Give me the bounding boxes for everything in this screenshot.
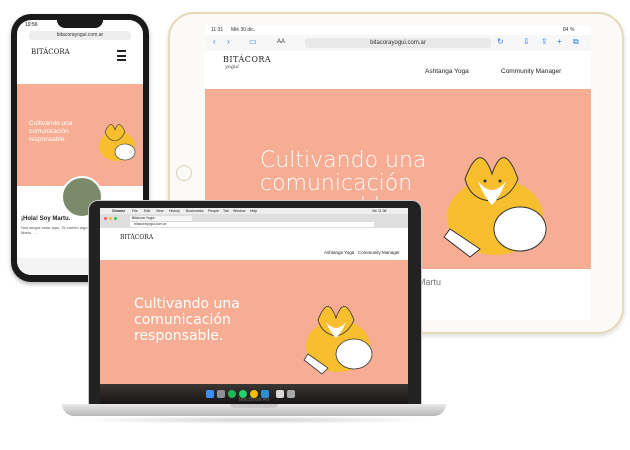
reader-aa-button[interactable]: AA bbox=[277, 39, 285, 45]
laptop-fox-illustration bbox=[303, 306, 373, 375]
book-icon[interactable]: ▭ bbox=[249, 37, 257, 46]
menu-history[interactable]: History bbox=[169, 209, 180, 213]
laptop-headline: Cultivando una comunicación responsable. bbox=[134, 296, 274, 344]
tablet-url-bar[interactable]: bitacorayogui.com.ar bbox=[305, 38, 491, 48]
laptop-shadow bbox=[70, 416, 438, 424]
site-logo-sub: yogui bbox=[225, 64, 239, 70]
new-tab-icon[interactable]: + bbox=[557, 37, 562, 46]
minimize-window-icon[interactable] bbox=[109, 217, 112, 220]
menu-edit[interactable]: Edit bbox=[144, 209, 150, 213]
chrome-toolbar: Bitácora Yogui bitacorayogui.com.ar bbox=[100, 214, 408, 228]
phone-headline: Cultivando una comunicación responsable. bbox=[29, 120, 99, 144]
browser-tab[interactable]: Bitácora Yogui bbox=[130, 216, 192, 221]
tablet-status-bar: 11:31 Mié 30 dic. 84 % bbox=[205, 25, 591, 35]
phone-fox-illustration bbox=[99, 124, 136, 161]
phone-url-text: bitacorayogui.com.ar bbox=[56, 32, 104, 38]
close-window-icon[interactable] bbox=[104, 217, 107, 220]
trash-icon[interactable] bbox=[287, 390, 295, 398]
launchpad-icon[interactable] bbox=[217, 390, 225, 398]
maximize-window-icon[interactable] bbox=[114, 217, 117, 220]
phone-site-logo[interactable]: BITÁCORA bbox=[31, 48, 70, 56]
reload-icon[interactable]: ↻ bbox=[497, 37, 504, 46]
finder-icon[interactable] bbox=[206, 390, 214, 398]
laptop-url-bar[interactable]: bitacorayogui.com.ar bbox=[130, 222, 374, 227]
menu-people[interactable]: People bbox=[208, 209, 219, 213]
menubar-clock: Vie 11:38 bbox=[372, 209, 387, 213]
nav-ashtanga-yoga[interactable]: Ashtanga Yoga bbox=[425, 68, 469, 75]
tablet-home-button[interactable] bbox=[176, 165, 192, 181]
tablet-safari-toolbar: ‹ › ▭ AA bitacorayogui.com.ar ↻ ⇩ ⇪ + ⧉ bbox=[205, 35, 591, 52]
laptop-headline-line-2: comunicación bbox=[134, 312, 231, 328]
hamburger-menu-icon[interactable] bbox=[117, 50, 126, 61]
menu-view[interactable]: View bbox=[156, 209, 164, 213]
tablet-status-time: 11:31 bbox=[211, 27, 224, 33]
phone-hero: Cultivando una comunicación responsable. bbox=[17, 84, 143, 186]
share-icon[interactable]: ⇪ bbox=[541, 37, 548, 46]
phone-status-time: 19:56 bbox=[25, 22, 38, 28]
browser-tab-title: Bitácora Yogui bbox=[132, 216, 155, 220]
phone-headline-line-3: responsable. bbox=[29, 136, 67, 143]
laptop-site-logo[interactable]: BITÁCORA bbox=[120, 234, 153, 241]
download-icon[interactable]: ⇩ bbox=[523, 37, 530, 46]
menu-window[interactable]: Window bbox=[233, 209, 245, 213]
laptop-brand-label: MacBook Air bbox=[238, 397, 270, 403]
menu-help[interactable]: Help bbox=[250, 209, 257, 213]
tablet-url-text: bitacorayogui.com.ar bbox=[370, 40, 426, 46]
menu-tab[interactable]: Tab bbox=[223, 209, 229, 213]
phone-headline-line-2: comunicación bbox=[29, 128, 69, 135]
menu-chrome[interactable]: Chrome bbox=[112, 209, 125, 213]
laptop-site-header: BITÁCORA Ashtanga Yoga Community Manager bbox=[100, 228, 408, 260]
laptop-nav-ashtanga-yoga[interactable]: Ashtanga Yoga bbox=[324, 250, 354, 255]
menu-file[interactable]: File bbox=[132, 209, 138, 213]
phone-greeting: ¡Hola! Soy Martu. bbox=[21, 216, 71, 222]
fox-illustration bbox=[443, 157, 547, 258]
laptop-opening-notch bbox=[230, 404, 278, 408]
laptop-headline-line-1: Cultivando una bbox=[134, 296, 240, 312]
laptop-hero: Cultivando una comunicación responsable. bbox=[100, 260, 408, 384]
nav-community-manager[interactable]: Community Manager bbox=[501, 68, 561, 75]
site-logo[interactable]: BITÁCORA bbox=[223, 55, 271, 64]
tablet-site-header: BITÁCORA yogui Ashtanga Yoga Community M… bbox=[205, 51, 591, 89]
laptop-screen: Chrome File Edit View History Bookmarks … bbox=[100, 208, 408, 404]
laptop-url-text: bitacorayogui.com.ar bbox=[134, 222, 167, 226]
forward-icon[interactable]: › bbox=[227, 37, 230, 46]
back-icon[interactable]: ‹ bbox=[213, 37, 216, 46]
laptop-headline-line-3: responsable. bbox=[134, 328, 224, 344]
tablet-status-battery: 84 % bbox=[563, 27, 575, 33]
laptop-nav-community-manager[interactable]: Community Manager bbox=[358, 250, 400, 255]
phone-headline-line-1: Cultivando una bbox=[29, 120, 73, 127]
tablet-status-date: Mié 30 dic. bbox=[231, 27, 256, 33]
menu-bookmarks[interactable]: Bookmarks bbox=[186, 209, 204, 213]
phone-notch bbox=[57, 20, 103, 28]
phone-url-bar[interactable]: bitacorayogui.com.ar bbox=[29, 31, 131, 40]
tabs-icon[interactable]: ⧉ bbox=[573, 37, 579, 47]
